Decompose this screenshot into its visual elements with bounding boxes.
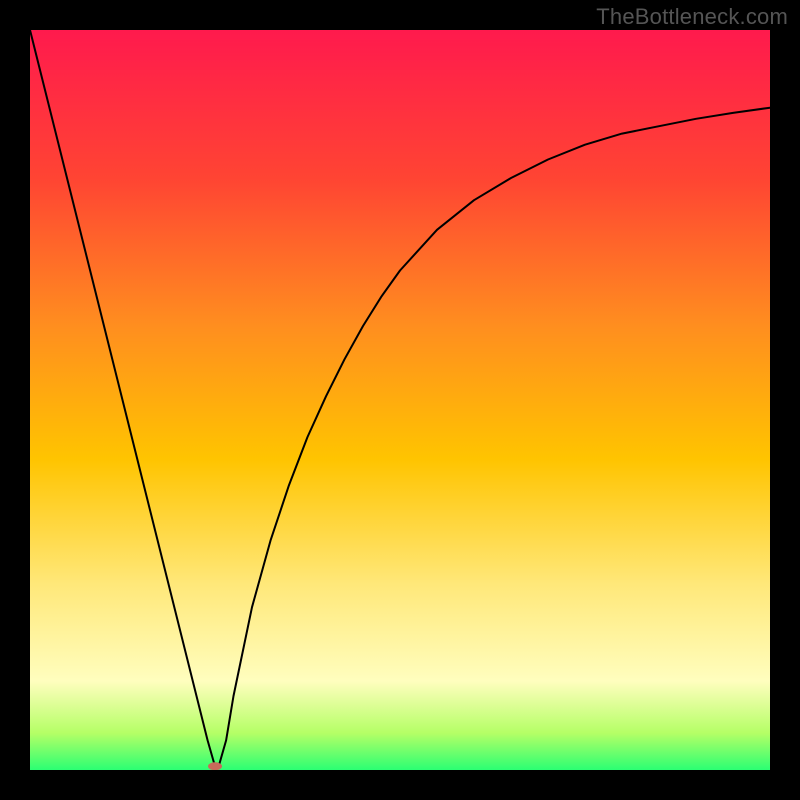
plot-area [30, 30, 770, 770]
optimal-point-marker [208, 762, 222, 770]
gradient-background [30, 30, 770, 770]
watermark-text: TheBottleneck.com [596, 4, 788, 30]
bottleneck-chart [30, 30, 770, 770]
chart-frame: TheBottleneck.com [0, 0, 800, 800]
